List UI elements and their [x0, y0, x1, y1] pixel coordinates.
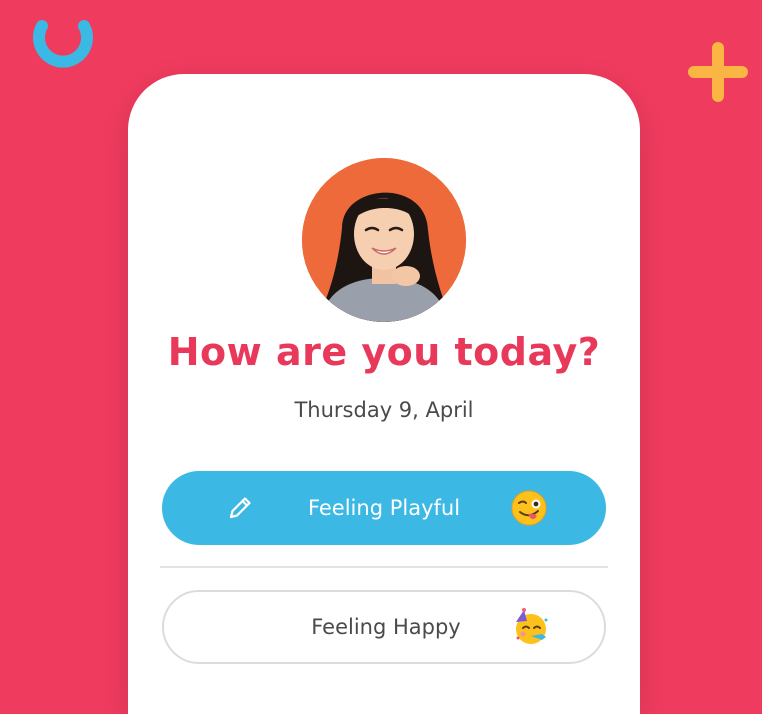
mood-option-happy[interactable]: Feeling Happy [162, 590, 606, 664]
decorative-ring-icon [33, 20, 93, 68]
page-title: How are you today? [167, 330, 601, 374]
mood-option-playful[interactable]: Feeling Playful [162, 471, 606, 545]
pencil-icon[interactable] [226, 494, 254, 522]
winking-tongue-emoji-icon [511, 490, 547, 526]
divider [160, 566, 608, 568]
mood-card: How are you today? Thursday 9, April Fee… [128, 74, 640, 714]
avatar [302, 158, 466, 322]
decorative-plus-icon [688, 42, 748, 102]
avatar-illustration [302, 158, 466, 322]
party-face-emoji-icon [516, 608, 548, 644]
current-date: Thursday 9, April [294, 398, 474, 422]
